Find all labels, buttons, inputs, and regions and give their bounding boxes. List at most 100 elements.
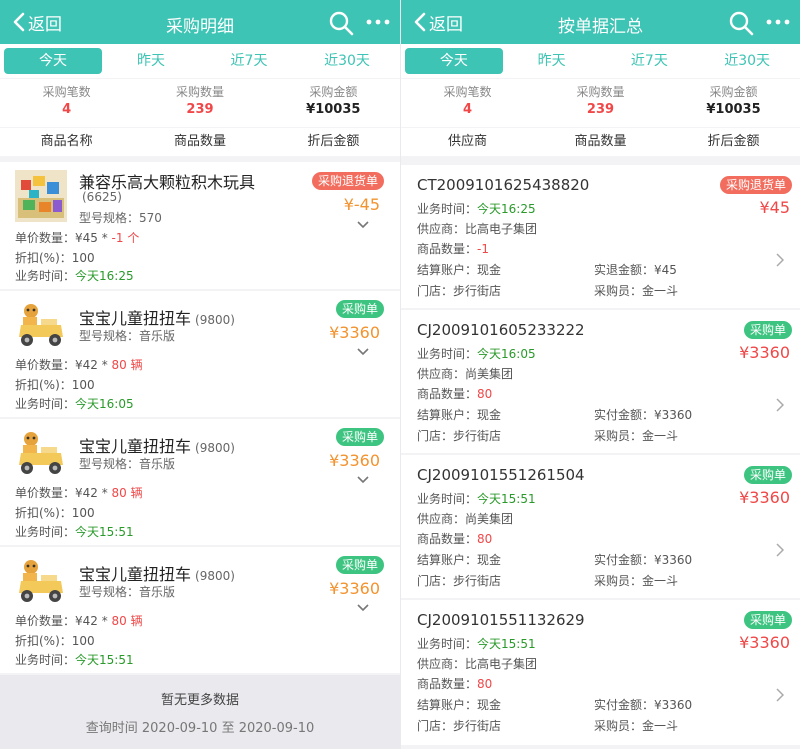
summary-stats: 采购笔数 4 采购数量 239 采购金额 ¥10035 (401, 79, 800, 127)
stat-label: 采购金额 (709, 85, 758, 99)
order-card[interactable]: CT2009101625438820 采购退货单 ¥45 业务时间：今天16:2… (401, 165, 800, 308)
column-header: 商品名称 商品数量 折后金额 (0, 128, 400, 156)
paid-amount: 实付金额：¥3360 (594, 408, 693, 422)
chevron-down-icon[interactable] (356, 475, 370, 485)
status-badge: 采购单 (743, 321, 792, 339)
chevron-down-icon[interactable] (356, 603, 370, 613)
stat-label: 采购数量 (175, 85, 224, 99)
discount: 折扣(%)：100 (15, 506, 95, 520)
list-footer: 暂无更多数据 查询时间 2020-09-10 至 2020-09-10 (0, 675, 400, 749)
more-dots-icon[interactable] (766, 12, 790, 32)
paid-amount: 实付金额：¥3360 (594, 698, 693, 712)
product-spec: 型号规格：音乐版 (79, 585, 176, 599)
time-value: 今天16:05 (477, 347, 536, 361)
discount: 折扣(%)：100 (15, 251, 95, 265)
order-amount: ¥3360 (739, 488, 790, 507)
product-code: (9800) (195, 441, 235, 455)
stat-label: 采购笔数 (443, 85, 492, 99)
tab-7days[interactable]: 近7天 (200, 48, 298, 74)
stat-value: 4 (62, 102, 72, 117)
stat-label: 采购笔数 (42, 85, 91, 99)
more-dots-icon[interactable] (366, 12, 390, 32)
order-amount: ¥3360 (739, 633, 790, 652)
settlement-account: 结算账户：现金 (417, 553, 502, 567)
qty-label: 商品数量： (417, 532, 478, 546)
qty-label: 商品数量： (417, 242, 478, 256)
qty-value: 80 (477, 532, 493, 546)
status-badge: 采购单 (335, 556, 384, 574)
ride-on-car-image (15, 299, 67, 351)
chevron-right-icon[interactable] (776, 543, 784, 557)
tab-yesterday[interactable]: 昨天 (102, 48, 200, 74)
business-time: 业务时间：今天15:51 (417, 490, 536, 507)
tab-30days[interactable]: 近30天 (698, 48, 796, 74)
status-badge: 采购单 (743, 466, 792, 484)
list-item[interactable]: 宝宝儿童扭扭车 (9800) 型号规格：音乐版 采购单 ¥3360 单价数量：¥4… (0, 547, 400, 673)
chevron-right-icon[interactable] (776, 688, 784, 702)
time-value: 今天16:25 (477, 202, 536, 216)
time-label: 业务时间： (417, 347, 478, 361)
product-code: (9800) (195, 569, 235, 583)
tab-today[interactable]: 今天 (405, 48, 503, 74)
stat-count: 采购笔数 4 (401, 79, 534, 127)
business-time: 业务时间：今天16:05 (417, 345, 536, 362)
product-name: 宝宝儿童扭扭车 (79, 565, 192, 584)
summary-by-order-screen: 返回 按单据汇总 今天 昨天 近7天 近30天 采购笔数 4 采购数量 239 … (401, 0, 800, 749)
order-card[interactable]: CJ2009101551132629 采购单 ¥3360 业务时间：今天15:5… (401, 600, 800, 745)
time-value: 今天15:51 (477, 637, 536, 651)
business-time: 业务时间：今天16:05 (15, 395, 134, 412)
order-number: CJ2009101551132629 (417, 611, 585, 629)
time-value: 今天15:51 (75, 653, 134, 667)
col-discount-amount[interactable]: 折后金额 (267, 128, 400, 156)
tab-30days[interactable]: 近30天 (298, 48, 396, 74)
search-icon[interactable] (328, 10, 354, 36)
status-badge: 采购单 (743, 611, 792, 629)
order-card[interactable]: CJ2009101551261504 采购单 ¥3360 业务时间：今天15:5… (401, 455, 800, 598)
col-quantity[interactable]: 商品数量 (534, 128, 667, 156)
chevron-down-icon[interactable] (356, 347, 370, 357)
time-value: 今天15:51 (75, 525, 134, 539)
summary-stats: 采购笔数 4 采购数量 239 采购金额 ¥10035 (0, 79, 400, 127)
item-amount: ¥3360 (329, 579, 380, 598)
time-value: 今天15:51 (477, 492, 536, 506)
ride-on-car-image (15, 555, 67, 607)
store: 门店：步行街店 (417, 719, 502, 733)
qty-value: 80 (477, 387, 493, 401)
business-time: 业务时间：今天15:51 (417, 635, 536, 652)
chevron-down-icon[interactable] (356, 220, 370, 230)
unit-prefix: 单价数量：¥42 * (15, 486, 112, 500)
list-item[interactable]: 兼容乐高大颗粒积木玩具 (6625) 型号规格：570 采购退货单 ¥-45 单… (0, 162, 400, 289)
time-value: 今天16:05 (75, 397, 134, 411)
qty-value: 80 (477, 677, 493, 691)
product-name-row: 宝宝儿童扭扭车 (9800) (79, 561, 235, 585)
buyer: 采购员：金一斗 (594, 574, 679, 588)
tab-today[interactable]: 今天 (4, 48, 102, 74)
list-item[interactable]: 宝宝儿童扭扭车 (9800) 型号规格：音乐版 采购单 ¥3360 单价数量：¥4… (0, 291, 400, 417)
chevron-right-icon[interactable] (776, 398, 784, 412)
stat-value: 239 (186, 102, 214, 117)
discount: 折扣(%)：100 (15, 634, 95, 648)
product-code: (9800) (195, 313, 235, 327)
product-name-row: 宝宝儿童扭扭车 (9800) (79, 305, 235, 329)
unit-prefix: 单价数量：¥42 * (15, 614, 112, 628)
supplier: 供应商：比高电子集团 (417, 222, 538, 236)
tab-7days[interactable]: 近7天 (601, 48, 699, 74)
col-product-name[interactable]: 商品名称 (0, 128, 133, 156)
stat-value: ¥10035 (306, 102, 361, 117)
tab-yesterday[interactable]: 昨天 (503, 48, 601, 74)
chevron-right-icon[interactable] (776, 253, 784, 267)
product-spec: 型号规格：音乐版 (79, 457, 176, 471)
column-header: 供应商 商品数量 折后金额 (401, 128, 800, 156)
col-supplier[interactable]: 供应商 (401, 128, 534, 156)
status-badge: 采购单 (335, 300, 384, 318)
unit-price-qty: 单价数量：¥45 * -1 个 (15, 229, 139, 246)
time-label: 业务时间： (15, 653, 76, 667)
search-icon[interactable] (728, 10, 754, 36)
col-quantity[interactable]: 商品数量 (133, 128, 266, 156)
business-time: 业务时间：今天15:51 (15, 523, 134, 540)
list-item[interactable]: 宝宝儿童扭扭车 (9800) 型号规格：音乐版 采购单 ¥3360 单价数量：¥4… (0, 419, 400, 545)
col-discount-amount[interactable]: 折后金额 (667, 128, 800, 156)
order-card[interactable]: CJ2009101605233222 采购单 ¥3360 业务时间：今天16:0… (401, 310, 800, 453)
order-amount: ¥3360 (739, 343, 790, 362)
product-name: 宝宝儿童扭扭车 (79, 309, 192, 328)
